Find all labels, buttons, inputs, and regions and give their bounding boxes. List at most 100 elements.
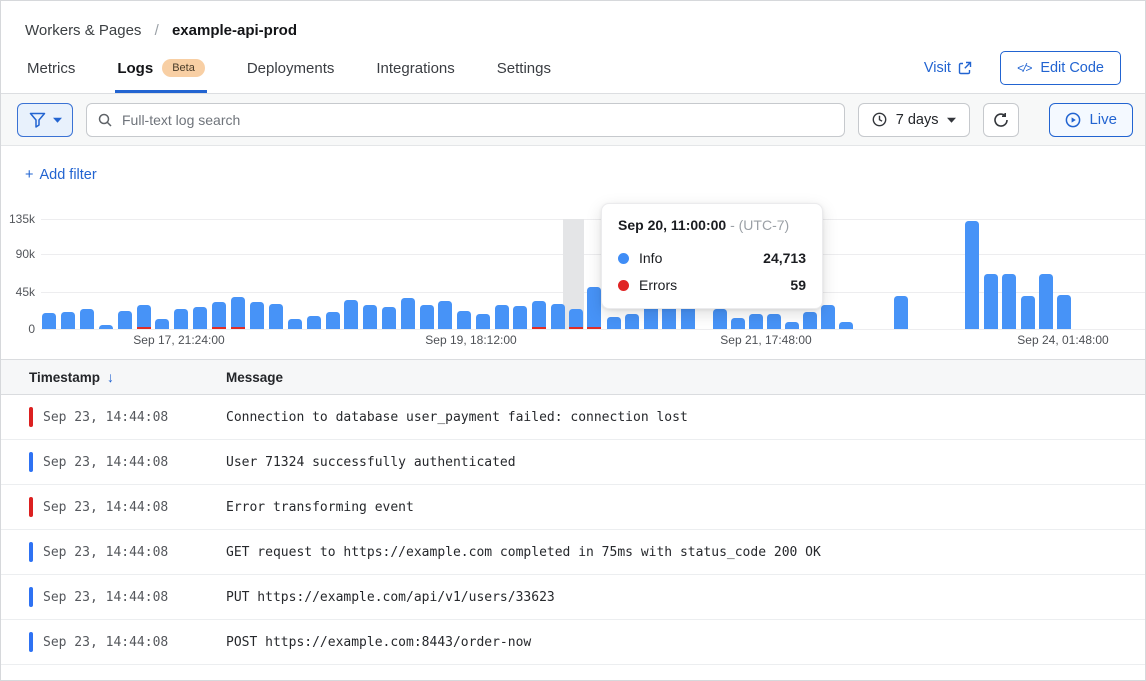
chart-bar[interactable] — [839, 322, 853, 329]
tab-label: Metrics — [27, 60, 75, 77]
table-row[interactable]: Sep 23, 14:44:08Connection to database u… — [1, 395, 1145, 440]
message-cell: GET request to https://example.com compl… — [198, 545, 1145, 560]
chart-bar[interactable] — [269, 304, 283, 329]
chart-bar[interactable] — [513, 306, 527, 329]
chart-bar[interactable] — [495, 305, 509, 329]
chart-bar[interactable] — [731, 318, 745, 329]
chart-bar[interactable] — [307, 316, 321, 329]
chart-bar[interactable] — [42, 313, 56, 329]
error-level-indicator — [29, 407, 33, 427]
chart-bar[interactable] — [476, 314, 490, 329]
chart-bar[interactable] — [803, 312, 817, 329]
chart-bar[interactable] — [984, 274, 998, 329]
tab-logs[interactable]: LogsBeta — [115, 45, 206, 93]
timestamp-column-header[interactable]: Timestamp ↓ — [1, 369, 198, 385]
tab-metrics[interactable]: Metrics — [25, 45, 77, 93]
table-row[interactable]: Sep 23, 14:44:08Error transforming event — [1, 485, 1145, 530]
message-header-label: Message — [226, 370, 283, 385]
chart-bar[interactable] — [625, 314, 639, 329]
tooltip-title: Sep 20, 11:00:00 - (UTC-7) — [618, 217, 806, 233]
chart-bar[interactable] — [821, 305, 835, 329]
tab-settings[interactable]: Settings — [495, 45, 553, 93]
chart-bar-hovered[interactable] — [569, 309, 583, 329]
tooltip-series-label: Info — [639, 250, 662, 266]
chart-bar[interactable] — [551, 304, 565, 329]
chart-bar[interactable] — [457, 311, 471, 329]
tab-list: Metrics LogsBeta Deployments Integrations Se… — [25, 45, 591, 93]
tab-bar: Metrics LogsBeta Deployments Integrations Se… — [1, 45, 1145, 94]
chart-bar[interactable] — [681, 306, 695, 329]
clock-icon — [872, 112, 887, 127]
add-filter-button[interactable]: + Add filter — [25, 167, 97, 183]
table-row[interactable]: Sep 23, 14:44:08POST https://example.com… — [1, 620, 1145, 665]
chart-bar[interactable] — [587, 287, 601, 329]
chart-bar[interactable] — [212, 302, 226, 329]
chart-bar[interactable] — [382, 307, 396, 329]
chart-bar[interactable] — [250, 302, 264, 329]
edit-code-label: Edit Code — [1040, 60, 1104, 76]
breadcrumb-section[interactable]: Workers & Pages — [25, 22, 141, 39]
time-range-select[interactable]: 7 days — [858, 103, 971, 137]
chart-bar[interactable] — [532, 301, 546, 329]
chart-bar[interactable] — [118, 311, 132, 329]
message-cell: POST https://example.com:8443/order-now — [198, 635, 1145, 650]
chart-bar-error-segment — [532, 327, 546, 329]
chart-bar[interactable] — [326, 312, 340, 329]
gridline — [41, 329, 1145, 330]
tooltip-timezone: - (UTC-7) — [730, 217, 789, 233]
chart-bar[interactable] — [363, 305, 377, 329]
chart-bar[interactable] — [80, 309, 94, 329]
chart-bar[interactable] — [193, 307, 207, 329]
chart-bar-error-segment — [231, 327, 245, 329]
chart-bar[interactable] — [401, 298, 415, 329]
message-cell: User 71324 successfully authenticated — [198, 455, 1145, 470]
chart-bar[interactable] — [749, 314, 763, 329]
live-button[interactable]: Live — [1049, 103, 1133, 137]
chart-bar[interactable] — [99, 325, 113, 329]
chart-bar[interactable] — [1057, 295, 1071, 329]
refresh-button[interactable] — [983, 103, 1019, 137]
search-input[interactable] — [120, 111, 833, 129]
chart-bar[interactable] — [713, 309, 727, 329]
x-axis-label: Sep 19, 18:12:00 — [425, 333, 516, 347]
table-row[interactable]: Sep 23, 14:44:08User 71324 successfully … — [1, 440, 1145, 485]
visit-link[interactable]: Visit — [924, 60, 972, 76]
chart-bar[interactable] — [174, 309, 188, 329]
chart-bar[interactable] — [288, 319, 302, 329]
time-range-value: 7 days — [896, 112, 939, 128]
filter-dropdown-button[interactable] — [17, 103, 73, 137]
chart-bar[interactable] — [1039, 274, 1053, 329]
chart-bar[interactable] — [1021, 296, 1035, 329]
refresh-icon — [993, 112, 1009, 128]
chart-bar[interactable] — [420, 305, 434, 329]
tab-deployments[interactable]: Deployments — [245, 45, 337, 93]
info-level-indicator — [29, 632, 33, 652]
sort-descending-icon: ↓ — [107, 369, 114, 385]
chart-bar[interactable] — [137, 305, 151, 329]
chart-bar[interactable] — [438, 301, 452, 329]
table-row[interactable]: Sep 23, 14:44:08PUT https://example.com/… — [1, 575, 1145, 620]
chart-bar[interactable] — [894, 296, 908, 329]
tab-label: Logs — [117, 60, 153, 77]
message-value: Connection to database user_payment fail… — [226, 410, 688, 425]
chart-bar[interactable] — [965, 221, 979, 329]
timestamp-cell: Sep 23, 14:44:08 — [1, 542, 198, 562]
search-icon — [98, 113, 112, 127]
chart-bar[interactable] — [344, 300, 358, 329]
external-link-icon — [958, 61, 972, 75]
play-circle-icon — [1065, 112, 1081, 128]
table-row[interactable]: Sep 23, 14:44:08GET request to https://e… — [1, 530, 1145, 575]
add-filter-label: Add filter — [39, 167, 96, 183]
filter-bar: 7 days Live — [1, 94, 1145, 146]
tab-integrations[interactable]: Integrations — [374, 45, 456, 93]
edit-code-button[interactable]: </> Edit Code — [1000, 51, 1121, 85]
chart-bar[interactable] — [155, 319, 169, 329]
chart-bar[interactable] — [785, 322, 799, 329]
breadcrumb-separator: / — [155, 22, 159, 39]
chart-bar[interactable] — [1002, 274, 1016, 329]
chart-bar[interactable] — [61, 312, 75, 329]
tooltip-legend-row: Info24,713 — [618, 250, 806, 266]
chart-bar[interactable] — [607, 317, 621, 329]
chart-bar[interactable] — [767, 314, 781, 329]
chart-bar[interactable] — [231, 297, 245, 329]
